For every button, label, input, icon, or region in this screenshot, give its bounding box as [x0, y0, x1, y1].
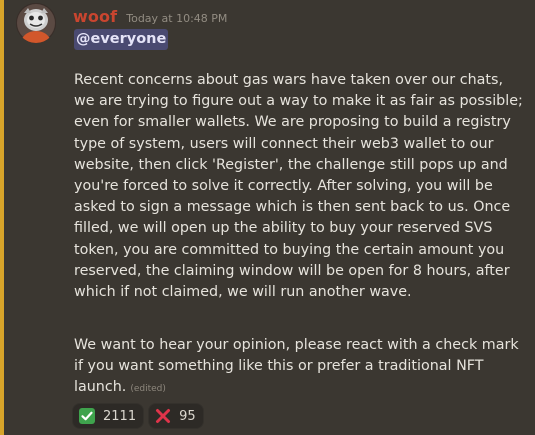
cross-mark-icon [155, 408, 171, 424]
timestamp[interactable]: Today at 10:48 PM [126, 12, 227, 25]
everyone-mention[interactable]: @everyone [74, 29, 169, 50]
reactions-bar: 2111 95 [72, 403, 204, 429]
reaction-cross-mark[interactable]: 95 [148, 403, 204, 429]
edited-label: (edited) [130, 384, 166, 395]
mention-highlight-bar [0, 0, 4, 435]
username[interactable]: woof [73, 7, 117, 26]
check-mark-icon [79, 408, 95, 424]
chat-message: woof Today at 10:48 PM @everyone Recent … [0, 0, 535, 435]
avatar[interactable] [16, 3, 56, 43]
avatar-image-icon [16, 3, 56, 43]
reaction-count: 95 [179, 408, 196, 424]
reaction-check-mark[interactable]: 2111 [72, 403, 145, 429]
message-header: woof Today at 10:48 PM [73, 7, 227, 26]
message-paragraph-2: We want to hear your opinion, please rea… [74, 335, 526, 401]
message-paragraph-1: Recent concerns about gas wars have take… [74, 72, 523, 301]
reaction-count: 2111 [103, 408, 137, 424]
